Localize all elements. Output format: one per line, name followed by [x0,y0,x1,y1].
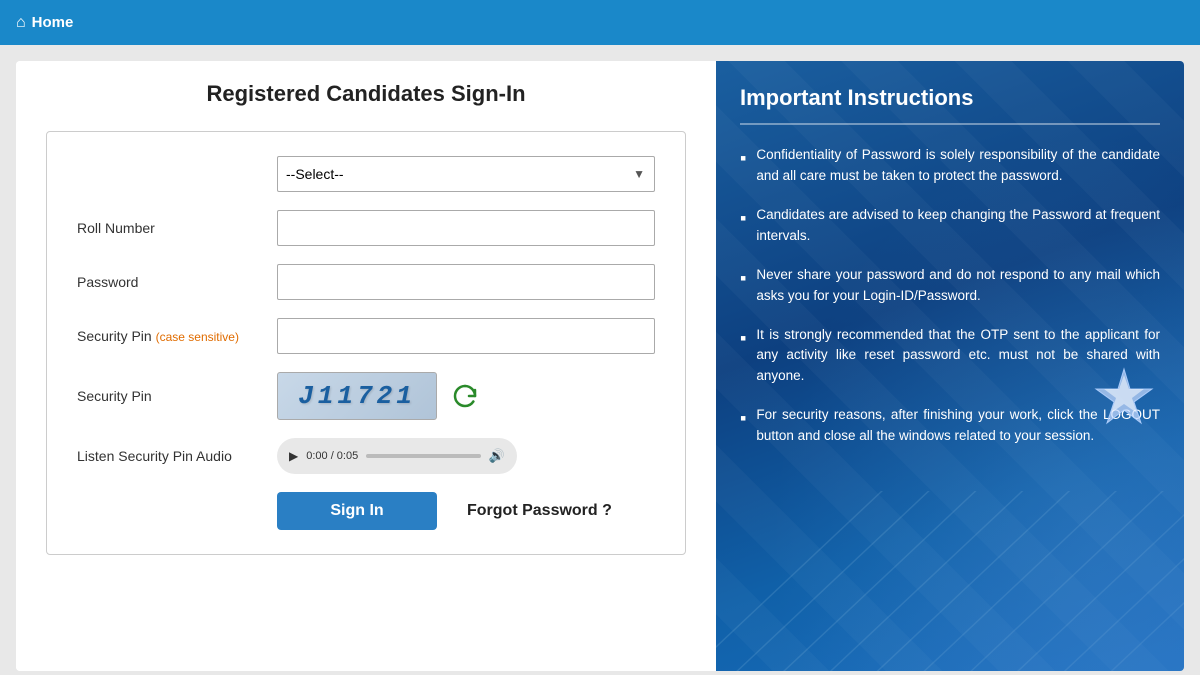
bullet-icon: ▪ [740,146,746,171]
bullet-icon: ▪ [740,326,746,351]
exam-select[interactable]: --Select-- [277,156,655,192]
roll-number-label: Roll Number [77,220,277,236]
security-pin-display: J11721 [277,372,483,420]
instructions-title: Important Instructions [740,85,1160,111]
refresh-captcha-button[interactable] [447,378,483,414]
bullet-icon: ▪ [740,206,746,231]
case-sensitive-note: (case sensitive) [156,330,239,344]
instruction-item-0: ▪ Confidentiality of Password is solely … [740,145,1160,187]
audio-row: Listen Security Pin Audio ▶ 0:00 / 0:05 … [77,438,655,474]
password-input[interactable] [277,264,655,300]
instructions-divider [740,123,1160,125]
security-pin-input-row: Security Pin (case sensitive) [77,318,655,354]
instruction-item-1: ▪ Candidates are advised to keep changin… [740,205,1160,247]
audio-progress-bar[interactable] [366,454,481,458]
left-panel: Registered Candidates Sign-In --Select--… [16,61,716,671]
security-pin-input-label: Security Pin (case sensitive) [77,328,277,344]
home-label: Home [32,14,74,31]
instruction-item-2: ▪ Never share your password and do not r… [740,265,1160,307]
main-container: Registered Candidates Sign-In --Select--… [16,61,1184,671]
right-panel: Important Instructions ▪ Confidentiality… [716,61,1184,671]
home-link[interactable]: ⌂ Home [16,14,73,32]
audio-time: 0:00 / 0:05 [306,450,358,462]
roll-number-row: Roll Number [77,210,655,246]
audio-label: Listen Security Pin Audio [77,448,277,464]
top-nav: ⌂ Home [0,0,1200,45]
security-pin-input[interactable] [277,318,655,354]
form-card: --Select-- ▼ Roll Number Password Securi… [46,131,686,555]
volume-icon[interactable]: 🔊 [489,448,505,464]
security-pin-captcha-row: Security Pin J11721 [77,372,655,420]
sign-in-button[interactable]: Sign In [277,492,437,530]
roll-number-input[interactable] [277,210,655,246]
play-button[interactable]: ▶ [289,449,298,463]
instruction-text-0: Confidentiality of Password is solely re… [756,145,1160,187]
password-label: Password [77,274,277,290]
page-title: Registered Candidates Sign-In [46,81,686,107]
select-wrapper: --Select-- ▼ [277,156,655,192]
refresh-icon [451,382,479,410]
play-icon: ▶ [289,449,298,463]
instruction-text-2: Never share your password and do not res… [756,265,1160,307]
home-icon: ⌂ [16,14,26,32]
audio-player: ▶ 0:00 / 0:05 🔊 [277,438,517,474]
security-pin-captcha-label: Security Pin [77,388,277,404]
star-decoration-icon [1094,367,1154,427]
forgot-password-link[interactable]: Forgot Password ? [467,502,612,520]
password-row: Password [77,264,655,300]
bullet-icon: ▪ [740,406,746,431]
diagonal-decoration [716,491,1184,671]
select-row: --Select-- ▼ [77,156,655,192]
captcha-image: J11721 [277,372,437,420]
instruction-text-1: Candidates are advised to keep changing … [756,205,1160,247]
bullet-icon: ▪ [740,266,746,291]
buttons-row: Sign In Forgot Password ? [77,492,655,530]
